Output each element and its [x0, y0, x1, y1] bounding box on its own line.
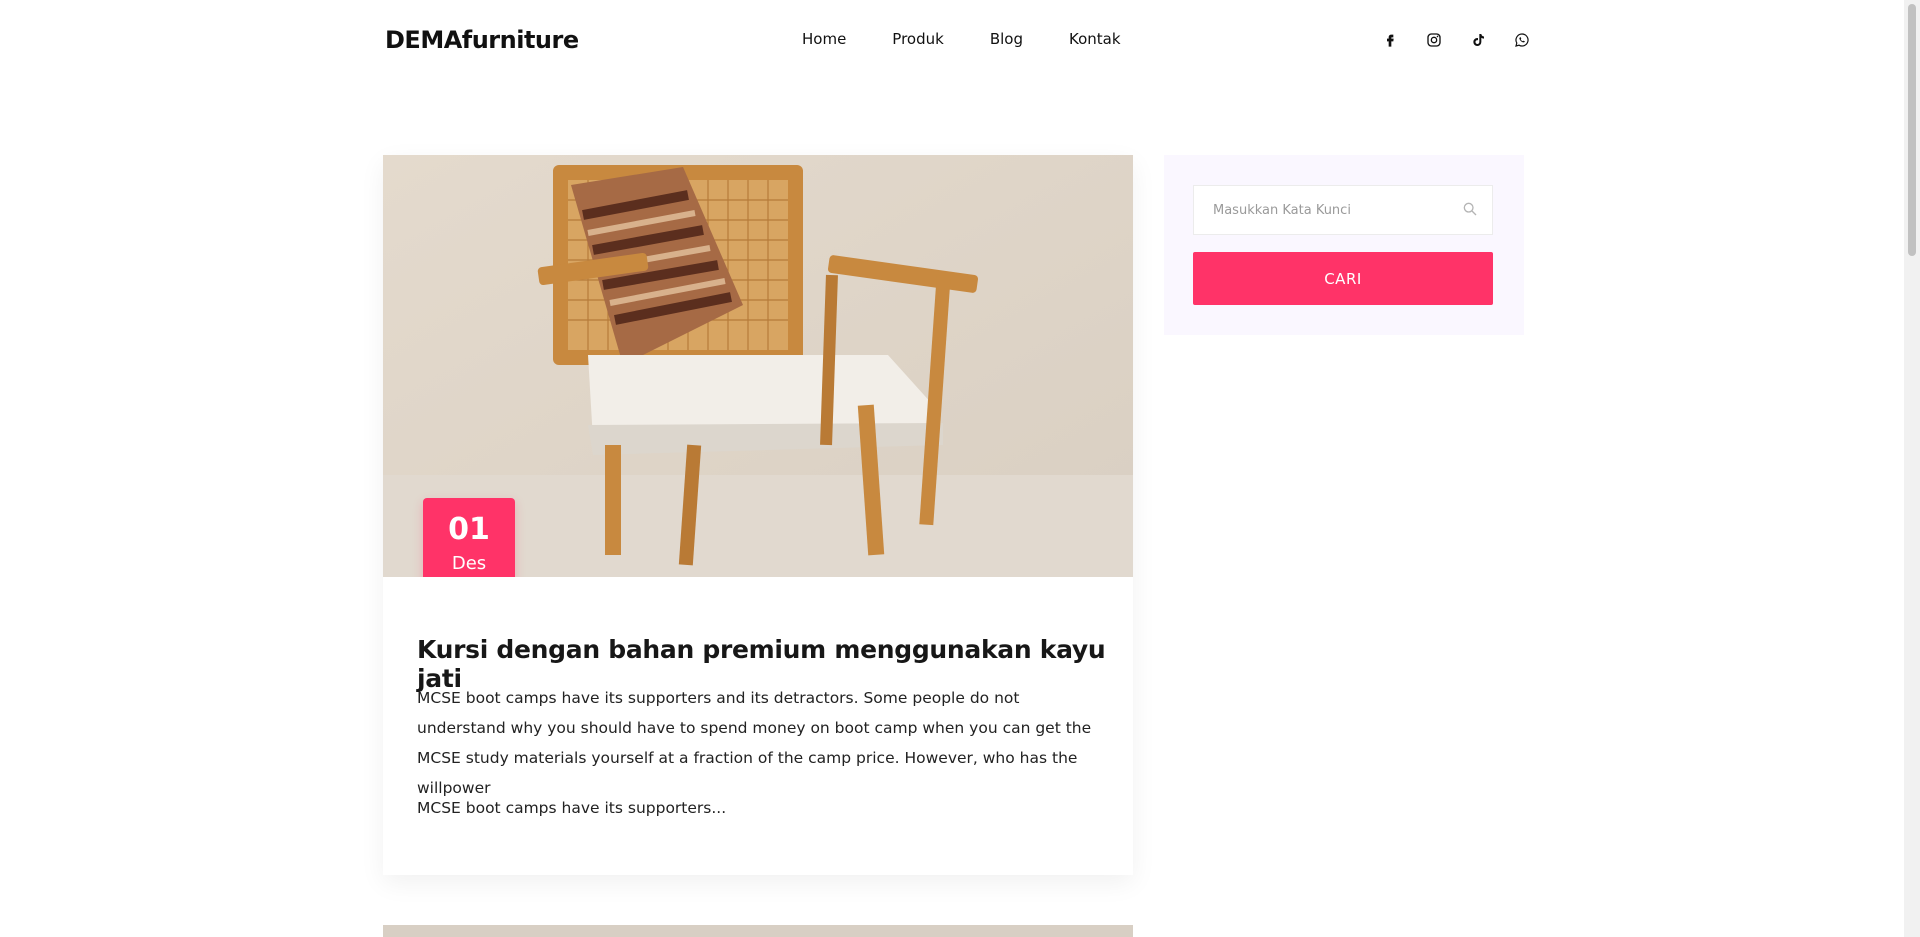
search-icon[interactable]: [1462, 201, 1478, 217]
whatsapp-icon[interactable]: [1512, 30, 1532, 50]
post-excerpt: MCSE boot camps have its supporters and …: [417, 689, 1092, 797]
search-box: [1193, 185, 1493, 235]
page-scrollbar[interactable]: [1904, 0, 1920, 937]
search-button[interactable]: CARI: [1193, 252, 1493, 305]
post-date-day: 01: [448, 512, 490, 547]
post-date-badge: 01 Des: [423, 498, 515, 577]
post-date-month: Des: [451, 553, 487, 574]
search-input[interactable]: [1194, 186, 1463, 234]
social-links: [1380, 30, 1532, 50]
instagram-icon[interactable]: [1424, 30, 1444, 50]
blog-post-card: 01 Des Kursi dengan bahan premium menggu…: [383, 155, 1133, 875]
nav-home[interactable]: Home: [802, 30, 846, 48]
tiktok-icon[interactable]: [1468, 30, 1488, 50]
post-image-chair[interactable]: 01 Des: [383, 155, 1133, 577]
nav-produk[interactable]: Produk: [892, 30, 944, 48]
next-post-image[interactable]: [383, 925, 1133, 937]
scrollbar-thumb[interactable]: [1908, 4, 1916, 256]
facebook-icon[interactable]: [1380, 30, 1400, 50]
nav-blog[interactable]: Blog: [990, 30, 1023, 48]
site-logo[interactable]: DEMAfurniture: [385, 26, 579, 54]
site-header: DEMAfurniture Home Produk Blog Kontak: [0, 0, 1904, 84]
main-nav: Home Produk Blog Kontak: [802, 30, 1121, 48]
sidebar-search-widget: CARI: [1164, 155, 1524, 335]
post-more-text: MCSE boot camps have its supporters...: [417, 799, 727, 817]
nav-kontak[interactable]: Kontak: [1069, 30, 1121, 48]
